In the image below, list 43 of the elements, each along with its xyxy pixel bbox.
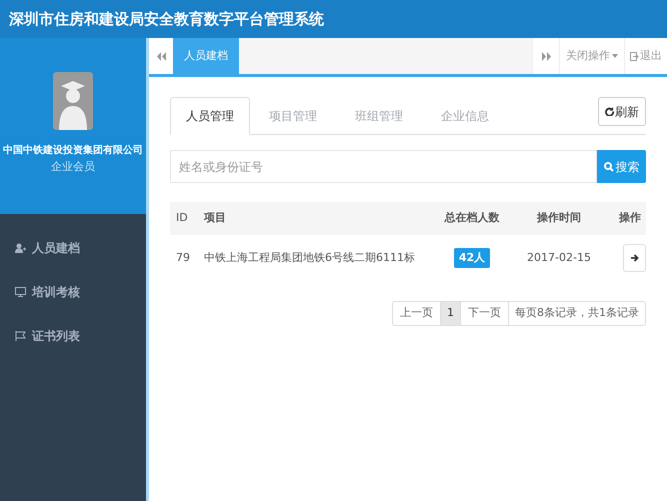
sidebar-item[interactable]: 人员建档 (0, 226, 146, 270)
double-chevron-right-icon (542, 52, 550, 60)
column-header: 操作 (602, 202, 646, 235)
logout-button[interactable]: 退出 (624, 38, 667, 74)
logout-icon (630, 52, 639, 60)
tab[interactable]: 人员管理 (170, 97, 250, 135)
monitor-icon (15, 287, 26, 297)
company-name: 中国中铁建设投资集团有限公司 (2, 144, 144, 158)
tab[interactable]: 班组管理 (336, 97, 422, 135)
page-tab[interactable]: 人员建档 (173, 38, 239, 74)
refresh-button[interactable]: 刷新 (598, 97, 646, 126)
table-cell: 79 (170, 235, 204, 281)
flag-icon (15, 331, 26, 341)
scroll-right-button[interactable] (532, 38, 559, 74)
avatar-icon (53, 72, 93, 130)
column-header: ID (170, 202, 204, 235)
arrow-right-icon (630, 254, 638, 262)
page-button[interactable]: 1 (440, 302, 460, 325)
next-page-button[interactable]: 下一页 (460, 302, 508, 325)
refresh-icon (605, 107, 614, 116)
close-operations-dropdown[interactable]: 关闭操作 (559, 38, 624, 74)
table-cell: 2017-02-15 (516, 235, 602, 281)
user-icon (15, 243, 26, 253)
scroll-left-button[interactable] (149, 38, 173, 74)
app-title: 深圳市住房和建设局安全教育数字平台管理系统 (9, 8, 324, 30)
tab[interactable]: 项目管理 (250, 97, 336, 135)
pagination-info: 每页8条记录，共1条记录 (508, 302, 645, 325)
tab[interactable]: 企业信息 (422, 97, 508, 135)
open-button[interactable] (623, 244, 646, 272)
sidebar-item[interactable]: 证书列表 (0, 314, 146, 358)
column-header: 项目 (204, 202, 428, 235)
search-icon (604, 162, 614, 172)
column-header: 操作时间 (516, 202, 602, 235)
sidebar-item[interactable]: 培训考核 (0, 270, 146, 314)
count-badge: 42人 (454, 248, 490, 268)
caret-down-icon (612, 54, 618, 58)
double-chevron-left-icon (156, 52, 166, 60)
search-button[interactable]: 搜索 (597, 150, 646, 183)
search-field[interactable]: 姓名或身份证号 (170, 150, 597, 183)
previous-page-button[interactable]: 上一页 (393, 302, 440, 325)
column-header: 总在档人数 (428, 202, 516, 235)
table-cell: 中铁上海工程局集团地铁6号线二期6111标 (204, 235, 428, 281)
member-role: 企业会员 (51, 159, 95, 175)
